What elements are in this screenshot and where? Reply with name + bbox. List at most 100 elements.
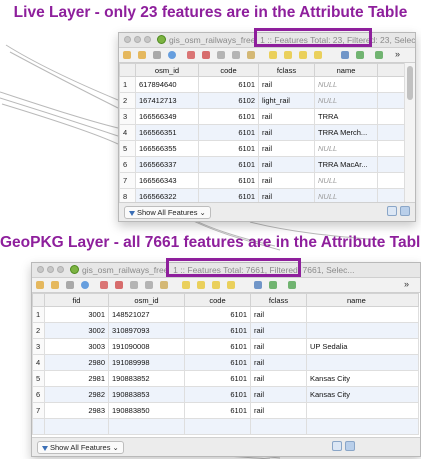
- name-cell[interactable]: UP Sedalia: [306, 338, 419, 355]
- minimize-window-button[interactable]: [134, 36, 141, 43]
- copy-icon[interactable]: [145, 281, 153, 289]
- edit-toggle-icon[interactable]: [51, 281, 59, 289]
- empty-cell[interactable]: [377, 140, 406, 157]
- code-cell[interactable]: 6101: [198, 156, 259, 173]
- row-number-cell[interactable]: 3: [119, 108, 136, 125]
- more-icon[interactable]: »: [404, 279, 409, 289]
- row-number-cell[interactable]: 5: [32, 370, 45, 387]
- row-number-cell[interactable]: 1: [32, 306, 45, 323]
- empty-cell[interactable]: [377, 92, 406, 109]
- reload-icon[interactable]: [168, 51, 176, 59]
- show-all-features-dropdown[interactable]: Show All Features ⌄: [37, 441, 124, 454]
- deselect-icon[interactable]: [227, 281, 235, 289]
- osm-id-cell[interactable]: 617894640: [135, 76, 199, 93]
- code-cell[interactable]: 6101: [198, 76, 259, 93]
- table-row[interactable]: 5 166566355 6101 rail NULL: [119, 140, 406, 157]
- table-row[interactable]: 6 166566337 6101 rail TRRA MacAr...: [119, 156, 406, 173]
- cut-icon[interactable]: [130, 281, 138, 289]
- osm-id-cell[interactable]: 167412713: [135, 92, 199, 109]
- name-cell[interactable]: [306, 306, 419, 323]
- cut-icon[interactable]: [217, 51, 225, 59]
- more-icon[interactable]: »: [395, 49, 400, 59]
- code-cell[interactable]: 6101: [198, 140, 259, 157]
- osm-id-cell[interactable]: 166566351: [135, 124, 199, 141]
- name-cell[interactable]: [306, 322, 419, 339]
- fid-cell[interactable]: 2981: [44, 370, 109, 387]
- code-cell[interactable]: 6101: [198, 172, 259, 189]
- code-cell[interactable]: 6101: [184, 306, 251, 323]
- fid-cell[interactable]: 2980: [44, 354, 109, 371]
- pan-to-selection-icon[interactable]: [269, 281, 277, 289]
- osm-id-cell[interactable]: 310897093: [108, 322, 185, 339]
- empty-cell[interactable]: [250, 418, 307, 435]
- save-icon[interactable]: [153, 51, 161, 59]
- vertical-scrollbar[interactable]: [404, 63, 415, 203]
- zoom-to-selection-icon[interactable]: [288, 281, 296, 289]
- fid-cell[interactable]: 3001: [44, 306, 109, 323]
- filter-icon[interactable]: [254, 281, 262, 289]
- empty-cell[interactable]: [44, 418, 109, 435]
- save-icon[interactable]: [66, 281, 74, 289]
- fclass-cell[interactable]: rail: [250, 386, 307, 403]
- name-cell[interactable]: TRRA Merch...: [314, 124, 378, 141]
- fid-cell[interactable]: 2983: [44, 402, 109, 419]
- empty-cell[interactable]: [32, 418, 45, 435]
- fclass-cell[interactable]: rail: [250, 338, 307, 355]
- name-cell[interactable]: Kansas City: [306, 386, 419, 403]
- name-cell[interactable]: NULL: [314, 76, 378, 93]
- select-all-icon[interactable]: [197, 281, 205, 289]
- code-cell[interactable]: 6101: [184, 338, 251, 355]
- minimize-window-button[interactable]: [47, 266, 54, 273]
- column-header-osm-id[interactable]: osm_id: [108, 293, 185, 307]
- table-view-icon[interactable]: [345, 441, 355, 451]
- invert-selection-icon[interactable]: [299, 51, 307, 59]
- zoom-window-button[interactable]: [57, 266, 64, 273]
- code-cell[interactable]: 6102: [198, 92, 259, 109]
- osm-id-cell[interactable]: 166566343: [135, 172, 199, 189]
- delete-icon[interactable]: [202, 51, 210, 59]
- row-number-cell[interactable]: 6: [119, 156, 136, 173]
- table-row[interactable]: 2 167412713 6102 light_rail NULL: [119, 92, 406, 109]
- empty-cell[interactable]: [377, 172, 406, 189]
- delete-icon[interactable]: [115, 281, 123, 289]
- code-cell[interactable]: 6101: [184, 370, 251, 387]
- table-row[interactable]: 3 3003 191090008 6101 rail UP Sedalia: [32, 338, 419, 355]
- table-row[interactable]: 5 2981 190883852 6101 rail Kansas City: [32, 370, 419, 387]
- pencil-icon[interactable]: [36, 281, 44, 289]
- name-cell[interactable]: NULL: [314, 92, 378, 109]
- name-cell[interactable]: NULL: [314, 172, 378, 189]
- column-header-fclass[interactable]: fclass: [258, 63, 315, 77]
- table-row[interactable]: 3 166566349 6101 rail TRRA: [119, 108, 406, 125]
- table-row-partial[interactable]: [32, 418, 419, 435]
- column-header-fid[interactable]: fid: [44, 293, 109, 307]
- row-number-cell[interactable]: 3: [32, 338, 45, 355]
- osm-id-cell[interactable]: 191090008: [108, 338, 185, 355]
- code-cell[interactable]: 6101: [184, 386, 251, 403]
- empty-cell[interactable]: [377, 124, 406, 141]
- fclass-cell[interactable]: rail: [250, 370, 307, 387]
- fclass-cell[interactable]: rail: [250, 354, 307, 371]
- close-window-button[interactable]: [37, 266, 44, 273]
- empty-cell[interactable]: [377, 108, 406, 125]
- row-number-cell[interactable]: 4: [32, 354, 45, 371]
- osm-id-cell[interactable]: 191089998: [108, 354, 185, 371]
- fclass-cell[interactable]: rail: [258, 140, 315, 157]
- table-row[interactable]: 4 166566351 6101 rail TRRA Merch...: [119, 124, 406, 141]
- pan-to-selection-icon[interactable]: [356, 51, 364, 59]
- add-feature-icon[interactable]: [100, 281, 108, 289]
- empty-cell[interactable]: [184, 418, 251, 435]
- osm-id-cell[interactable]: 148521027: [108, 306, 185, 323]
- select-expression-icon[interactable]: [269, 51, 277, 59]
- corner-header-cell[interactable]: [119, 63, 136, 77]
- osm-id-cell[interactable]: 190883852: [108, 370, 185, 387]
- osm-id-cell[interactable]: 166566349: [135, 108, 199, 125]
- name-cell[interactable]: NULL: [314, 140, 378, 157]
- fid-cell[interactable]: 2982: [44, 386, 109, 403]
- row-number-cell[interactable]: 1: [119, 76, 136, 93]
- table-row[interactable]: 1 3001 148521027 6101 rail: [32, 306, 419, 323]
- name-cell[interactable]: [306, 402, 419, 419]
- fclass-cell[interactable]: rail: [250, 306, 307, 323]
- row-number-cell[interactable]: 2: [119, 92, 136, 109]
- fclass-cell[interactable]: rail: [258, 172, 315, 189]
- fclass-cell[interactable]: rail: [258, 124, 315, 141]
